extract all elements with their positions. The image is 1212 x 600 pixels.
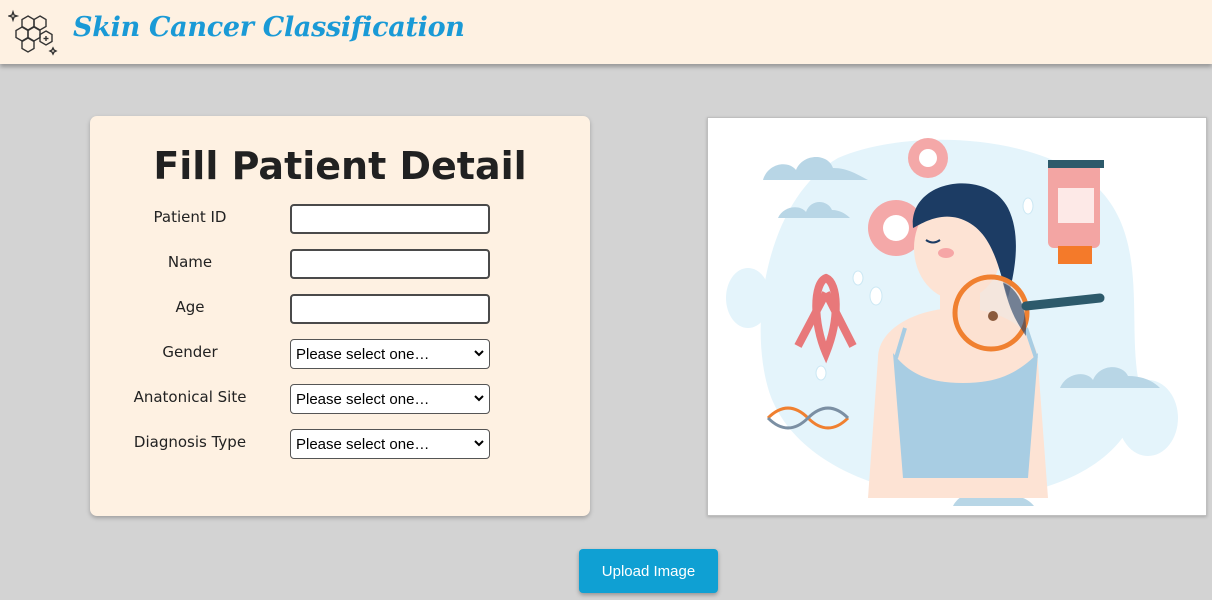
form-title: Fill Patient Detail	[153, 144, 527, 188]
diagnosis-type-select[interactable]: Please select one…	[290, 429, 490, 459]
anatomical-site-row: Anatonical Site Please select one…	[90, 384, 590, 416]
anatomical-site-select[interactable]: Please select one…	[290, 384, 490, 414]
name-label: Name	[167, 253, 213, 271]
diagnosis-type-selected-value: Please select one…	[296, 436, 430, 453]
anatomical-site-label: Anatonical Site	[133, 388, 247, 406]
diagnosis-type-label: Diagnosis Type	[133, 433, 247, 451]
chevron-down-icon	[474, 395, 484, 402]
gender-row: Gender Please select one…	[90, 339, 590, 371]
diagnosis-type-row: Diagnosis Type Please select one…	[90, 429, 590, 461]
anatomical-site-selected-value: Please select one…	[296, 391, 430, 408]
age-row: Age	[90, 294, 590, 326]
gender-selected-value: Please select one…	[296, 346, 430, 363]
patient-id-row: Patient ID	[90, 204, 590, 236]
woman-with-magnifier-illustration	[726, 138, 1178, 506]
age-input[interactable]	[290, 294, 490, 324]
patient-form-card: Fill Patient Detail Patient ID Name Age …	[90, 116, 590, 516]
age-label: Age	[175, 298, 205, 316]
app-title: Skin Cancer Classification	[73, 12, 465, 43]
patient-id-label: Patient ID	[153, 208, 227, 226]
chevron-down-icon	[474, 440, 484, 447]
patient-id-input[interactable]	[290, 204, 490, 234]
name-input[interactable]	[290, 249, 490, 279]
upload-image-button[interactable]: Upload Image	[579, 549, 718, 593]
skin-check-illustration	[707, 117, 1207, 516]
gender-label: Gender	[162, 343, 218, 361]
hexagon-molecule-icon	[8, 9, 58, 56]
app-header: Skin Cancer Classification	[0, 0, 1212, 64]
gender-select[interactable]: Please select one…	[290, 339, 490, 369]
chevron-down-icon	[474, 350, 484, 357]
name-row: Name	[90, 249, 590, 281]
